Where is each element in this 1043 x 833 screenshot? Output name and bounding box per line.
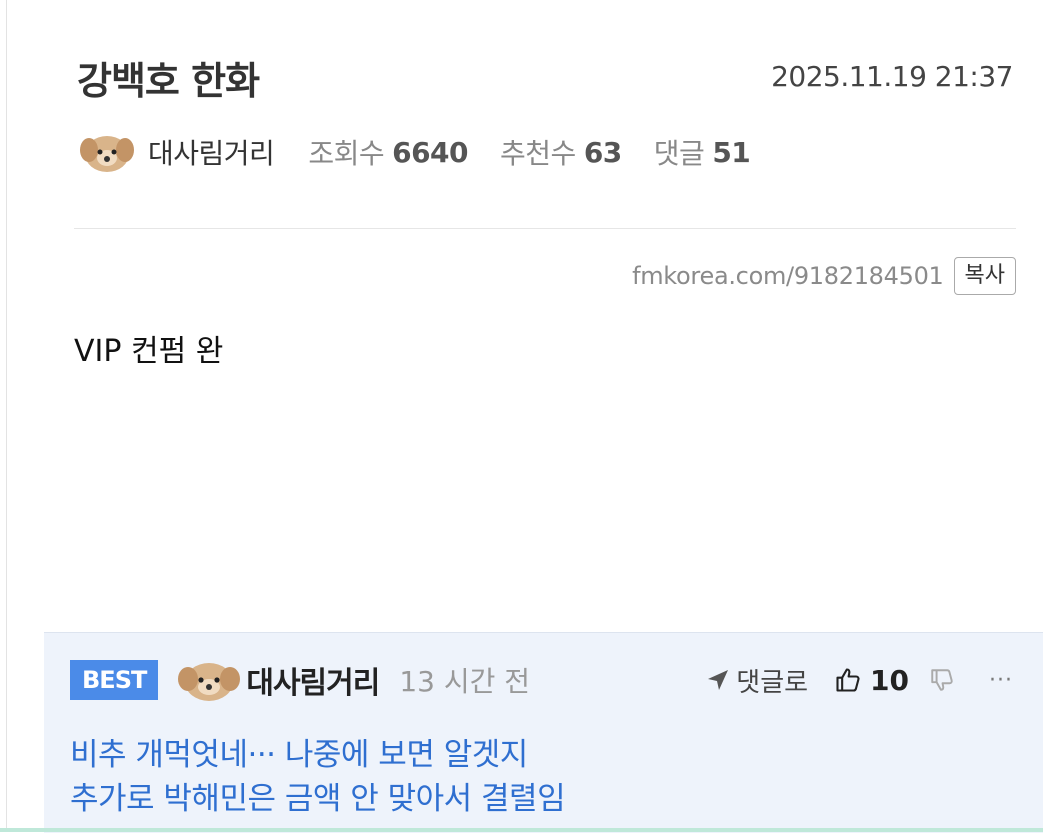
reply-button[interactable]: 댓글로 xyxy=(706,662,808,699)
downvote-button[interactable] xyxy=(929,667,955,693)
comment-actions: 댓글로 10 ··· xyxy=(706,657,1013,703)
comments-label: 댓글 xyxy=(653,137,705,170)
post-title: 강백호 한화 xyxy=(77,59,260,103)
recommend-count: 63 xyxy=(583,135,622,169)
upvote-count: 10 xyxy=(870,663,910,697)
comment-time: 13 시간 전 xyxy=(399,665,531,698)
thumbs-up-icon xyxy=(836,668,860,692)
thumbs-down-icon xyxy=(931,669,953,691)
post-author[interactable]: 대사림거리 xyxy=(148,132,275,172)
comment-text: 비추 개먹엇네··· 나중에 보면 알겟지 추가로 박해민은 금액 안 맞아서 … xyxy=(70,733,566,821)
post-header: 강백호 한화 2025.11.19 21:37 대사림거리 조회수 6640 추… xyxy=(0,0,1043,632)
comment-line: 비추 개먹엇네··· 나중에 보면 알겟지 xyxy=(70,737,528,773)
best-comment: BEST 대사림거리 13 시간 전 댓글로 10 ··· 비추 개먹엇네···… xyxy=(44,632,1043,833)
copy-button[interactable]: 복사 xyxy=(953,257,1016,295)
recommend-label: 추천수 xyxy=(500,137,576,170)
post-url[interactable]: fmkorea.com/9182184501 xyxy=(632,262,944,290)
post-body: VIP 컨펌 완 xyxy=(74,334,224,369)
divider xyxy=(74,228,1016,229)
best-badge: BEST xyxy=(70,660,159,700)
views-count: 6640 xyxy=(392,135,469,169)
url-row: fmkorea.com/9182184501 복사 xyxy=(632,256,1016,296)
reply-arrow-icon xyxy=(708,670,729,690)
more-icon[interactable]: ··· xyxy=(989,668,1013,693)
comment-header: BEST 대사림거리 13 시간 전 xyxy=(70,657,530,703)
bottom-border xyxy=(0,828,1043,832)
comments-count: 51 xyxy=(712,135,751,169)
post-meta: 대사림거리 조회수 6640 추천수 63 댓글 51 xyxy=(80,124,782,180)
reply-label: 댓글로 xyxy=(736,667,809,698)
comment-author[interactable]: 대사림거리 xyxy=(246,658,380,702)
comment-line: 추가로 박해민은 금액 안 맞아서 결렬임 xyxy=(70,781,566,817)
upvote-button[interactable]: 10 xyxy=(834,664,909,697)
dog-avatar-icon[interactable] xyxy=(80,130,134,174)
post-date: 2025.11.19 21:37 xyxy=(771,60,1013,93)
views-label: 조회수 xyxy=(308,137,385,170)
dog-avatar-icon[interactable] xyxy=(178,657,241,703)
